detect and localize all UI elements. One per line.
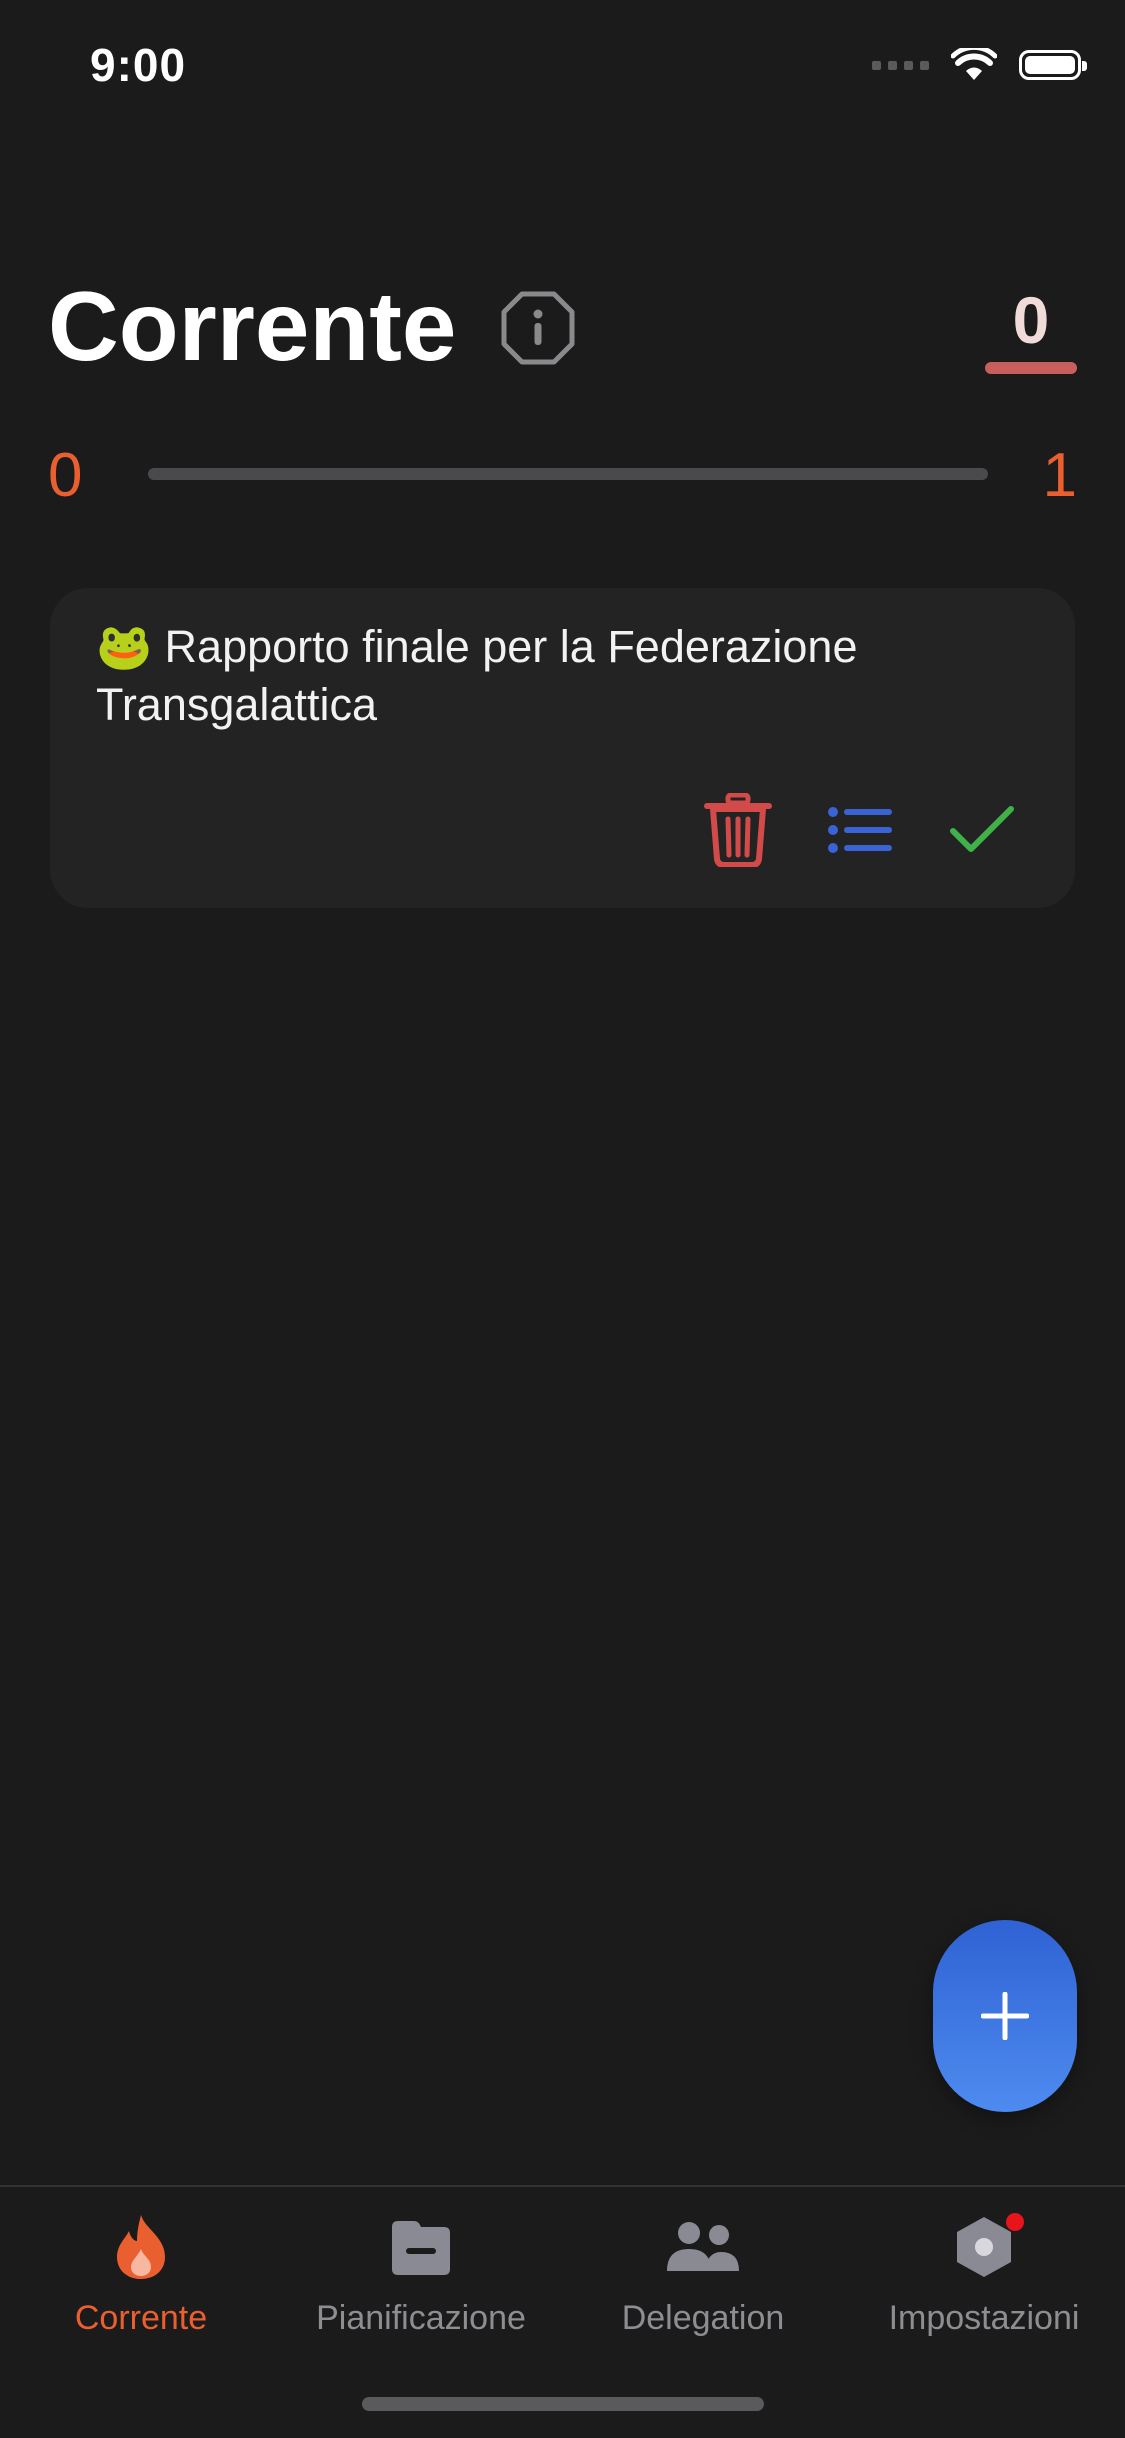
frog-counter[interactable]: 0 — [985, 282, 1077, 374]
page-title: Corrente — [48, 271, 457, 381]
tab-delegation[interactable]: Delegation — [563, 2209, 843, 2338]
status-indicators — [872, 48, 1087, 82]
counter-underline — [985, 362, 1077, 374]
info-icon[interactable] — [500, 290, 576, 366]
frog-emoji: 🐸 — [96, 621, 153, 672]
tab-label: Delegation — [621, 2299, 785, 2337]
checkmark-icon — [950, 806, 1014, 852]
battery-icon — [1019, 50, 1087, 80]
subtasks-button[interactable] — [825, 794, 895, 866]
task-text: Rapporto finale per la Federazione Trans… — [96, 621, 858, 730]
tab-label: Impostazioni — [888, 2299, 1080, 2337]
plus-icon — [981, 1992, 1029, 2040]
task-actions — [703, 793, 1017, 867]
tab-corrente[interactable]: Corrente — [1, 2209, 281, 2338]
tab-pianificazione[interactable]: Pianificazione — [281, 2209, 561, 2338]
progress-bar — [148, 468, 988, 480]
add-task-button[interactable] — [933, 1920, 1077, 2112]
task-title: 🐸 Rapporto finale per la Federazione Tra… — [96, 618, 1036, 734]
complete-button[interactable] — [947, 794, 1017, 866]
tab-impostazioni[interactable]: Impostazioni — [844, 2209, 1124, 2338]
people-icon — [667, 2222, 739, 2271]
list-icon — [828, 807, 892, 853]
notification-badge — [1006, 2213, 1024, 2231]
flame-icon — [117, 2215, 165, 2279]
gear-icon — [957, 2217, 1011, 2277]
tab-label: Corrente — [74, 2299, 208, 2337]
cellular-signal-icon — [872, 60, 929, 70]
counter-value: 0 — [1012, 283, 1050, 357]
status-time: 9:00 — [90, 39, 187, 91]
task-card[interactable]: 🐸 Rapporto finale per la Federazione Tra… — [50, 588, 1075, 908]
delete-button[interactable] — [703, 793, 773, 867]
progress-min-label: 0 — [48, 441, 83, 510]
wifi-icon — [951, 48, 997, 80]
tab-label: Pianificazione — [316, 2299, 526, 2337]
folder-icon — [392, 2221, 450, 2275]
trash-icon — [704, 793, 772, 867]
progress-max-label: 1 — [1042, 441, 1077, 510]
home-indicator — [362, 2397, 764, 2411]
